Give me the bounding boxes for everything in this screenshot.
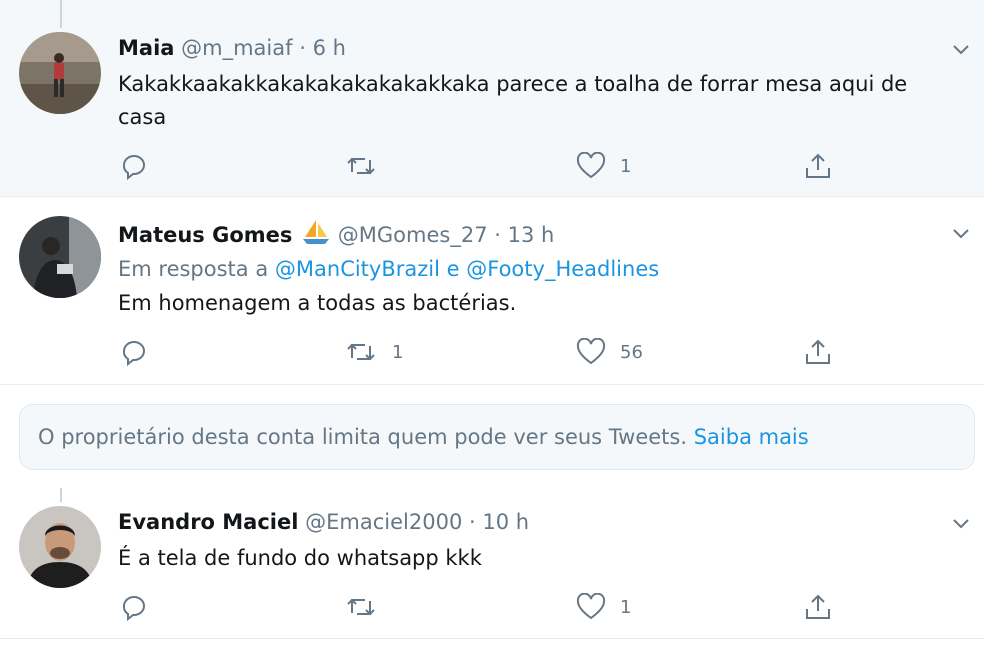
tweet-1[interactable]: Maia @m_maiaf · 6 h Kakakkaakakkakakakak…	[0, 0, 984, 197]
tweet-text-line: casa	[118, 105, 167, 129]
retweet-icon	[347, 343, 375, 361]
notice-text-row: O proprietário desta conta limita quem p…	[38, 425, 809, 449]
share-icon	[806, 339, 830, 364]
heart-icon	[576, 338, 606, 365]
reply-button[interactable]	[120, 338, 148, 366]
reply-icon	[123, 596, 146, 621]
share-button[interactable]	[804, 152, 832, 180]
display-name[interactable]: Evandro Maciel	[118, 510, 298, 534]
user-handle[interactable]: @MGomes_27	[338, 223, 488, 247]
user-handle[interactable]: @m_maiaf	[181, 36, 292, 60]
like-count: 1	[620, 596, 632, 618]
notice-text: O proprietário desta conta limita quem p…	[38, 425, 688, 449]
retweet-button[interactable]	[344, 152, 392, 180]
sailboat-emoji-icon	[303, 220, 330, 244]
reply-conjunction: e	[446, 257, 460, 281]
like-count: 1	[620, 155, 632, 177]
learn-more-link[interactable]: Saiba mais	[694, 425, 809, 449]
reply-context: Em resposta a @ManCityBrazil e @Footy_He…	[118, 255, 659, 283]
tweet-text: É a tela de fundo do whatsapp kkk	[118, 546, 482, 570]
thread-line	[60, 0, 62, 28]
like-button[interactable]: 1	[576, 593, 631, 621]
user-handle[interactable]: @Emaciel2000	[305, 510, 462, 534]
like-button[interactable]: 1	[576, 152, 631, 180]
reply-button[interactable]	[120, 593, 148, 621]
share-icon	[806, 153, 830, 178]
tweet-3[interactable]: Evandro Maciel @Emaciel2000 · 10 h É a t…	[0, 484, 984, 639]
share-icon	[806, 594, 830, 619]
tweet-2[interactable]: Mateus Gomes @MGomes_27 · 13 h Em respos…	[0, 198, 984, 385]
heart-icon	[576, 152, 606, 179]
avatar[interactable]	[19, 32, 101, 114]
like-count: 56	[620, 341, 643, 363]
avatar[interactable]	[19, 216, 101, 298]
reply-icon	[123, 155, 146, 180]
reply-prefix: Em resposta a	[118, 257, 269, 281]
separator-dot: ·	[494, 223, 501, 247]
tweet-header: Maia @m_maiaf · 6 h	[118, 34, 346, 62]
chevron-down-icon[interactable]	[950, 512, 972, 534]
separator-dot: ·	[299, 36, 306, 60]
like-button[interactable]: 56	[576, 338, 643, 366]
restricted-account-notice: O proprietário desta conta limita quem p…	[19, 404, 975, 470]
reply-icon	[123, 341, 146, 366]
retweet-icon	[347, 598, 375, 616]
reply-button[interactable]	[120, 152, 148, 180]
display-name[interactable]: Mateus Gomes	[118, 223, 292, 247]
avatar[interactable]	[19, 506, 101, 588]
share-button[interactable]	[804, 338, 832, 366]
retweet-icon	[347, 157, 375, 175]
tweet-text: Em homenagem a todas as bactérias.	[118, 291, 517, 315]
tweet-text: Kakakkaakakkakakakakakakakkaka parece a …	[118, 68, 968, 134]
mention-link[interactable]: @Footy_Headlines	[466, 257, 659, 281]
mention-link[interactable]: @ManCityBrazil	[275, 257, 440, 281]
retweet-button[interactable]: 1	[344, 338, 403, 366]
retweet-count: 1	[392, 341, 404, 363]
separator-dot: ·	[469, 510, 476, 534]
thread-line	[60, 488, 62, 502]
share-button[interactable]	[804, 593, 832, 621]
chevron-down-icon[interactable]	[950, 222, 972, 244]
chevron-down-icon[interactable]	[950, 38, 972, 60]
timestamp[interactable]: 10 h	[482, 510, 529, 534]
heart-icon	[576, 593, 606, 620]
timestamp[interactable]: 13 h	[508, 223, 555, 247]
tweet-header: Mateus Gomes @MGomes_27 · 13 h	[118, 218, 554, 249]
tweet-header: Evandro Maciel @Emaciel2000 · 10 h	[118, 508, 529, 536]
display-name[interactable]: Maia	[118, 36, 174, 60]
retweet-button[interactable]	[344, 593, 392, 621]
timestamp[interactable]: 6 h	[313, 36, 346, 60]
tweet-text-line: Kakakkaakakkakakakakakakakkaka parece a …	[118, 72, 908, 96]
